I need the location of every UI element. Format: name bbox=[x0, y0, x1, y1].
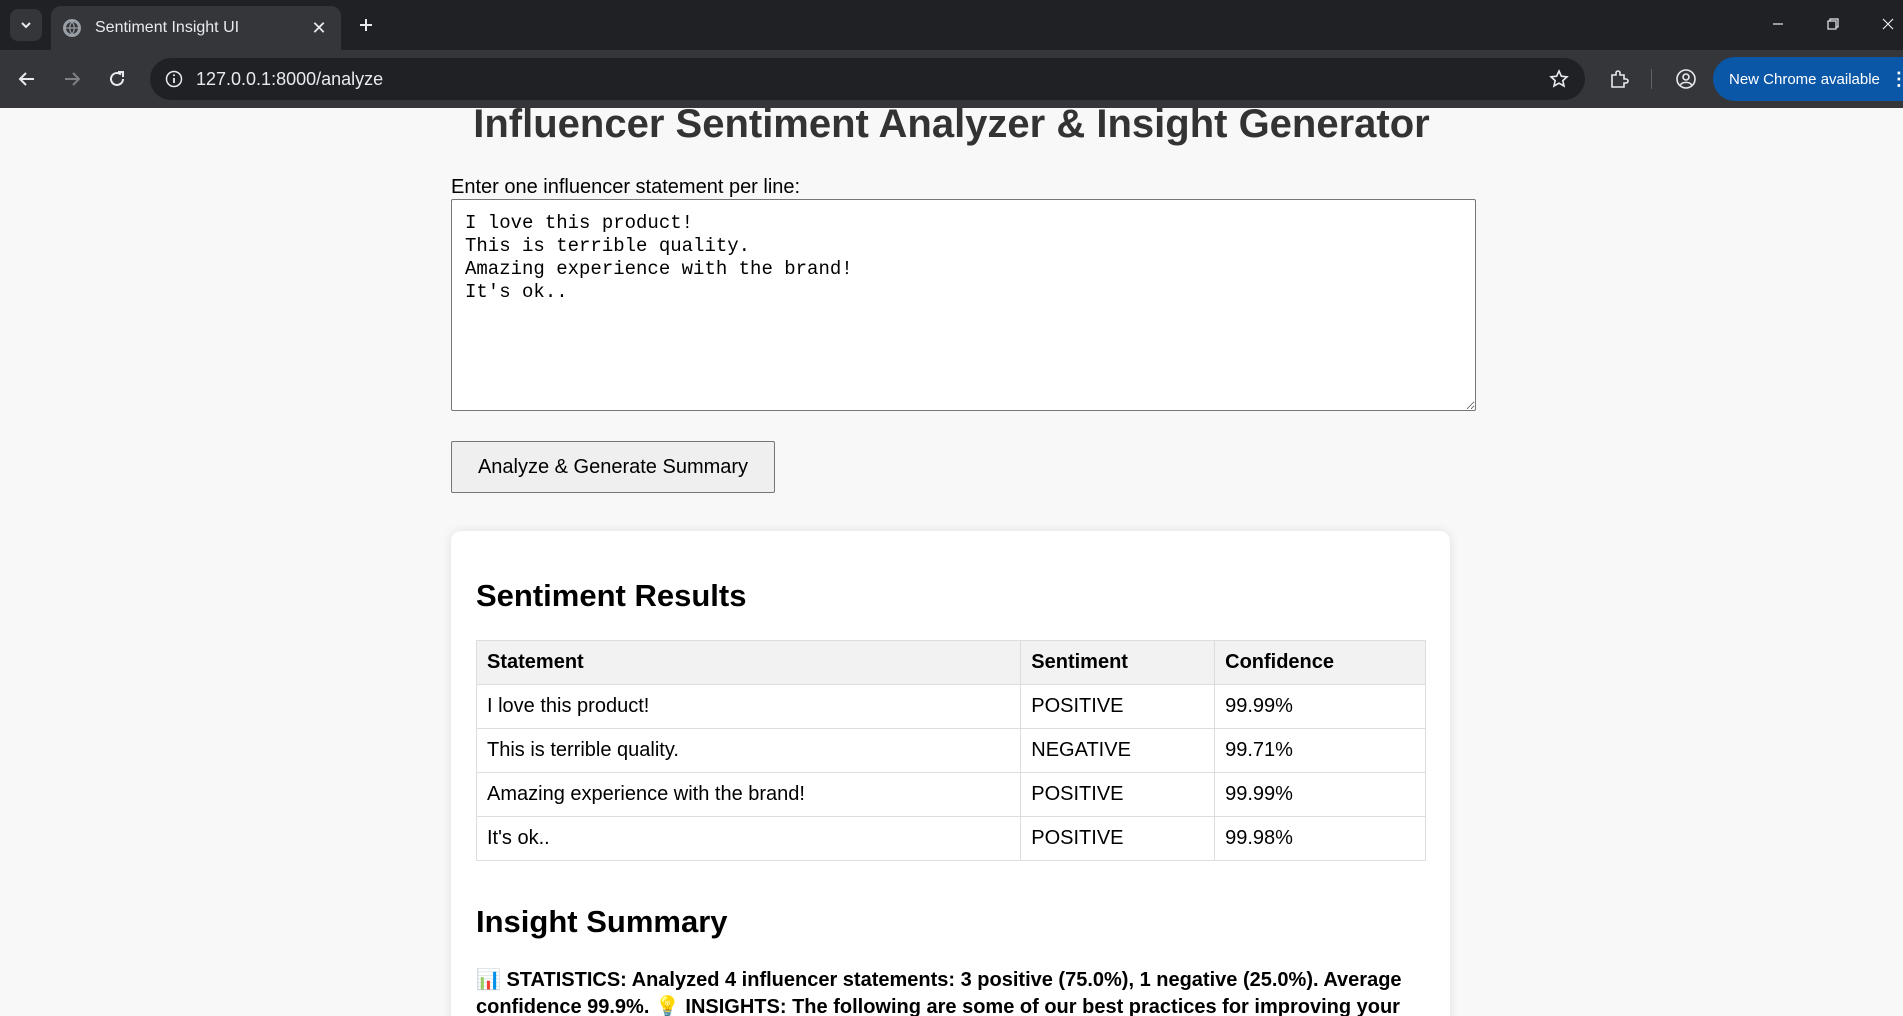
statements-label: Enter one influencer statement per line: bbox=[451, 176, 801, 198]
restore-window-icon[interactable] bbox=[1813, 8, 1853, 40]
sentiment-cell: POSITIVE bbox=[1020, 772, 1216, 817]
site-info-icon[interactable] bbox=[162, 67, 186, 91]
back-button[interactable] bbox=[11, 63, 43, 95]
page-title: Influencer Sentiment Analyzer & Insight … bbox=[473, 108, 1430, 146]
arrow-right-icon bbox=[65, 72, 81, 86]
reload-button[interactable] bbox=[101, 63, 133, 95]
column-header-statement: Statement bbox=[475, 640, 1022, 685]
tab-title: Sentiment Insight UI bbox=[95, 19, 240, 36]
statement-cell: This is terrible quality. bbox=[475, 728, 1022, 773]
confidence-cell: 99.99% bbox=[1214, 684, 1426, 729]
insight-summary-text: 📊 STATISTICS: Analyzed 4 influencer stat… bbox=[476, 969, 1402, 1016]
new-tab-button[interactable] bbox=[352, 11, 380, 39]
browser-toolbar: 127.0.0.1:8000/analyze New Chrome availa… bbox=[0, 50, 1903, 108]
url-text: 127.0.0.1:8000/analyze bbox=[196, 69, 384, 89]
insight-summary-heading: Insight Summary bbox=[476, 904, 728, 939]
sentiment-results-heading: Sentiment Results bbox=[476, 578, 747, 613]
confidence-cell: 99.99% bbox=[1214, 772, 1426, 817]
sentiment-cell: NEGATIVE bbox=[1020, 728, 1216, 773]
minimize-window-icon[interactable] bbox=[1758, 8, 1798, 40]
statement-cell: Amazing experience with the brand! bbox=[475, 772, 1022, 817]
browser-tab[interactable]: Sentiment Insight UI ✕ bbox=[51, 6, 341, 50]
results-table: Statement Sentiment Confidence I love th… bbox=[475, 640, 1426, 861]
update-label: New Chrome available bbox=[1729, 70, 1880, 88]
page-content: Influencer Sentiment Analyzer & Insight … bbox=[0, 108, 1903, 1016]
statements-textarea[interactable]: I love this product! This is terrible qu… bbox=[451, 199, 1476, 411]
table-row: I love this product! POSITIVE 99.99% bbox=[475, 684, 1426, 729]
column-header-confidence: Confidence bbox=[1214, 640, 1426, 685]
plus-icon bbox=[360, 19, 372, 31]
close-tab-icon[interactable]: ✕ bbox=[307, 16, 331, 40]
table-row: It's ok.. POSITIVE 99.98% bbox=[475, 816, 1426, 861]
new-chrome-available-button[interactable]: New Chrome available ⋮ bbox=[1713, 57, 1903, 101]
column-header-sentiment: Sentiment bbox=[1020, 640, 1216, 685]
sentiment-cell: POSITIVE bbox=[1020, 816, 1216, 861]
statement-cell: I love this product! bbox=[475, 684, 1022, 729]
address-bar[interactable]: 127.0.0.1:8000/analyze bbox=[150, 58, 1585, 100]
results-card: Sentiment Results Statement Sentiment Co… bbox=[451, 531, 1450, 1016]
tab-search-button[interactable] bbox=[10, 9, 42, 41]
chevron-down-icon bbox=[21, 22, 31, 29]
reload-icon bbox=[110, 71, 124, 86]
confidence-cell: 99.98% bbox=[1214, 816, 1426, 861]
table-header-row: Statement Sentiment Confidence bbox=[475, 640, 1426, 685]
arrow-left-icon bbox=[18, 72, 34, 86]
analyze-button[interactable]: Analyze & Generate Summary bbox=[451, 441, 775, 493]
globe-icon bbox=[63, 19, 81, 37]
extensions-puzzle-icon[interactable] bbox=[1605, 65, 1633, 93]
browser-tab-bar: Sentiment Insight UI ✕ bbox=[0, 0, 1903, 50]
forward-button[interactable] bbox=[56, 63, 88, 95]
close-window-icon[interactable] bbox=[1868, 8, 1903, 40]
statement-cell: It's ok.. bbox=[475, 816, 1022, 861]
table-row: Amazing experience with the brand! POSIT… bbox=[475, 772, 1426, 817]
confidence-cell: 99.71% bbox=[1214, 728, 1426, 773]
table-row: This is terrible quality. NEGATIVE 99.71… bbox=[475, 728, 1426, 773]
sentiment-cell: POSITIVE bbox=[1020, 684, 1216, 729]
more-menu-icon[interactable]: ⋮ bbox=[1890, 69, 1903, 90]
profile-icon[interactable] bbox=[1672, 65, 1700, 93]
toolbar-divider bbox=[1651, 69, 1652, 89]
bookmark-star-icon[interactable] bbox=[1547, 67, 1571, 91]
